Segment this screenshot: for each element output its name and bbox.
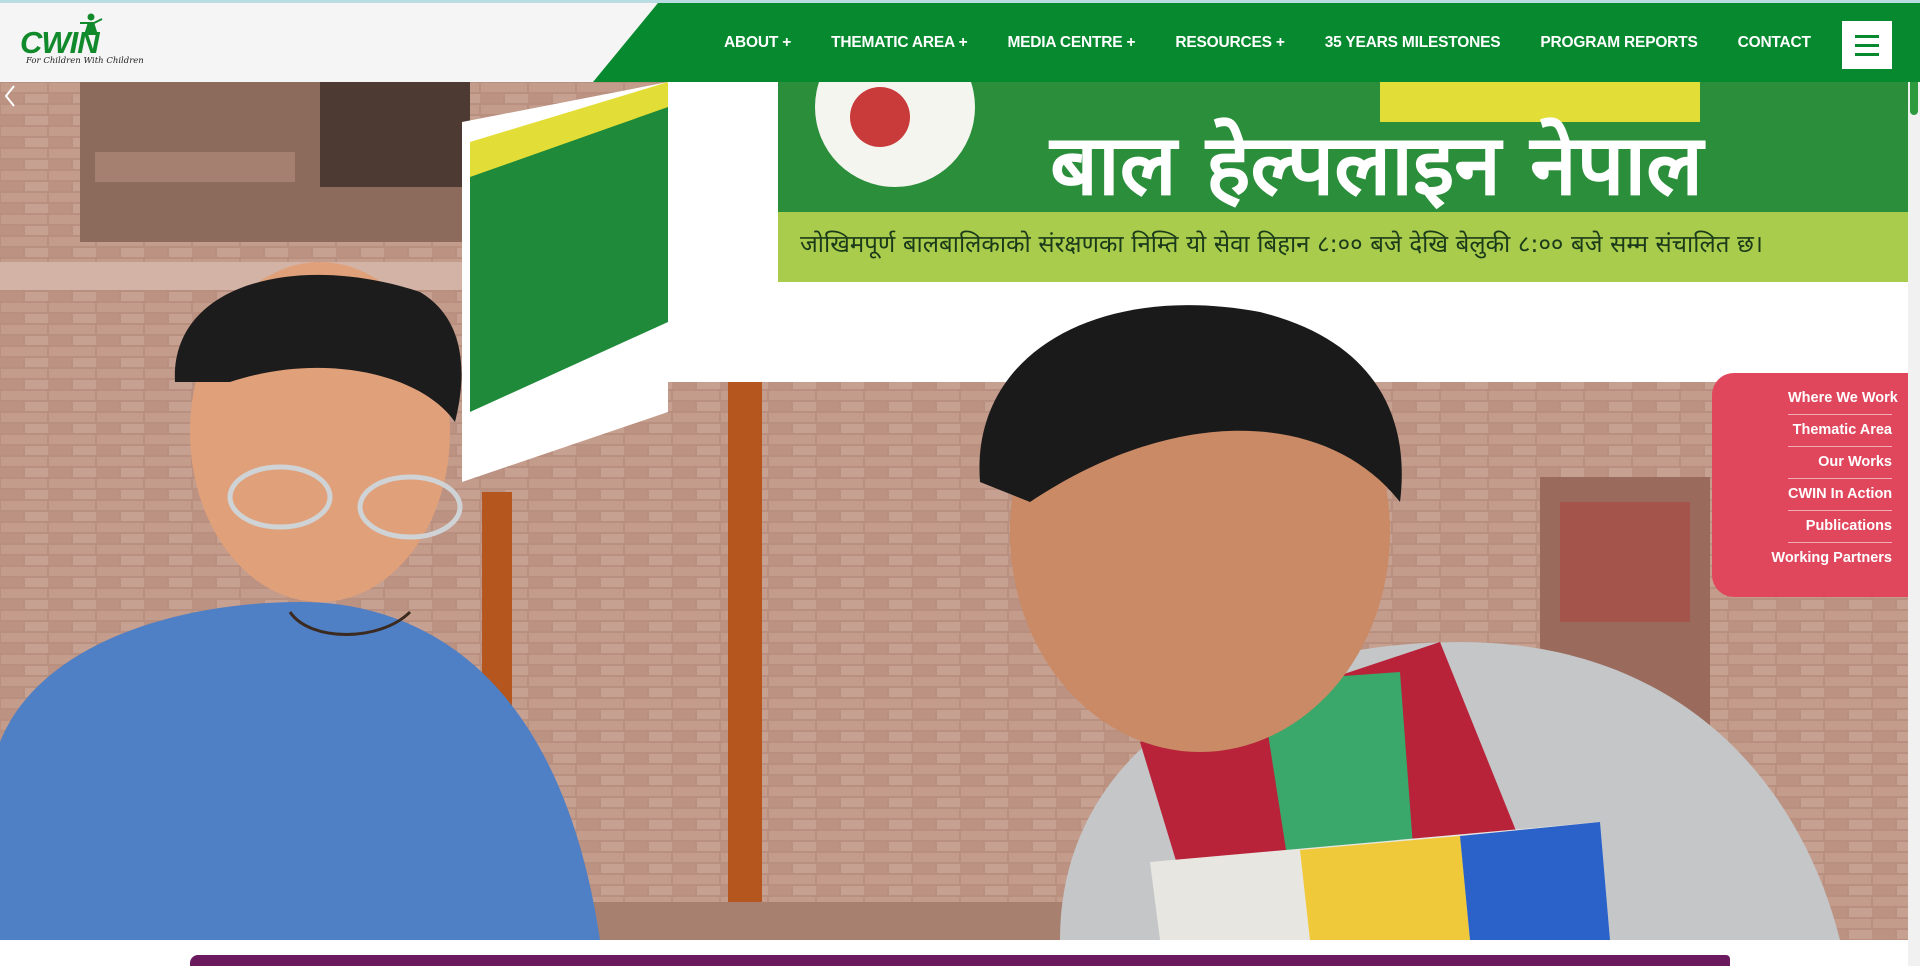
hamburger-line xyxy=(1855,52,1879,56)
nav-item-contact[interactable]: CONTACT xyxy=(1738,34,1811,52)
nav-slant-shape xyxy=(593,3,658,82)
quick-link-cwin-in-action[interactable]: CWIN In Action xyxy=(1788,479,1892,511)
quick-links-panel: Where We Work Thematic Area Our Works CW… xyxy=(1712,373,1908,597)
page-scrollbar[interactable] xyxy=(1908,0,1920,966)
hero-slider: बाल हेल्पलाइन नेपाल जोखिमपूर्ण बालबालिका… xyxy=(0,82,1908,940)
logo-tagline: For Children With Children xyxy=(26,56,144,66)
hamburger-line xyxy=(1855,34,1879,38)
nav-item-resources[interactable]: RESOURCES + xyxy=(1175,34,1285,52)
brush-stroke-decoration xyxy=(190,955,1730,966)
cwin-logo[interactable]: CWIN For Children With Children xyxy=(20,13,144,71)
nav-item-media-centre[interactable]: MEDIA CENTRE + xyxy=(1007,34,1135,52)
nav-item-thematic-area[interactable]: THEMATIC AREA + xyxy=(831,34,968,52)
main-nav: ABOUT + THEMATIC AREA + MEDIA CENTRE + R… xyxy=(724,3,1851,82)
nav-item-program-reports[interactable]: PROGRAM REPORTS xyxy=(1540,34,1697,52)
quick-link-publications[interactable]: Publications xyxy=(1788,511,1892,543)
banner-sub-text: जोखिमपूर्ण बालबालिकाको संरक्षणका निम्ति … xyxy=(800,230,1763,259)
chevron-left-icon[interactable] xyxy=(0,82,20,110)
site-header: CWIN For Children With Children ABOUT + … xyxy=(0,0,1920,82)
hero-image: बाल हेल्पलाइन नेपाल जोखिमपूर्ण बालबालिका… xyxy=(0,82,1908,940)
hamburger-line xyxy=(1855,43,1879,47)
quick-link-working-partners[interactable]: Working Partners xyxy=(1736,543,1892,574)
banner-main-text: बाल हेल्पलाइन नेपाल xyxy=(1048,116,1706,214)
cwin-figure-icon xyxy=(80,13,103,35)
nav-item-35-years-milestones[interactable]: 35 YEARS MILESTONES xyxy=(1325,34,1501,52)
quick-link-our-works[interactable]: Our Works xyxy=(1788,447,1892,479)
quick-link-where-we-work[interactable]: Where We Work xyxy=(1788,383,1898,415)
section-divider xyxy=(0,940,1908,966)
quick-link-thematic-area[interactable]: Thematic Area xyxy=(1788,415,1892,447)
hamburger-icon[interactable] xyxy=(1842,21,1892,69)
nav-item-about[interactable]: ABOUT + xyxy=(724,34,791,52)
